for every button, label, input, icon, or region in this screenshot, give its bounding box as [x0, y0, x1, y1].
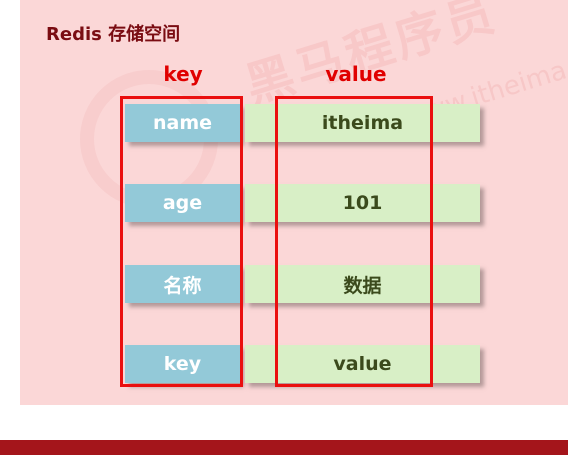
value-column-header: value [325, 62, 387, 86]
diagram-title: Redis 存储空间 [46, 24, 181, 45]
value-column-frame [275, 96, 433, 387]
key-column-header: key [163, 62, 203, 86]
key-column-frame [120, 96, 243, 387]
bottom-bar [0, 440, 568, 455]
